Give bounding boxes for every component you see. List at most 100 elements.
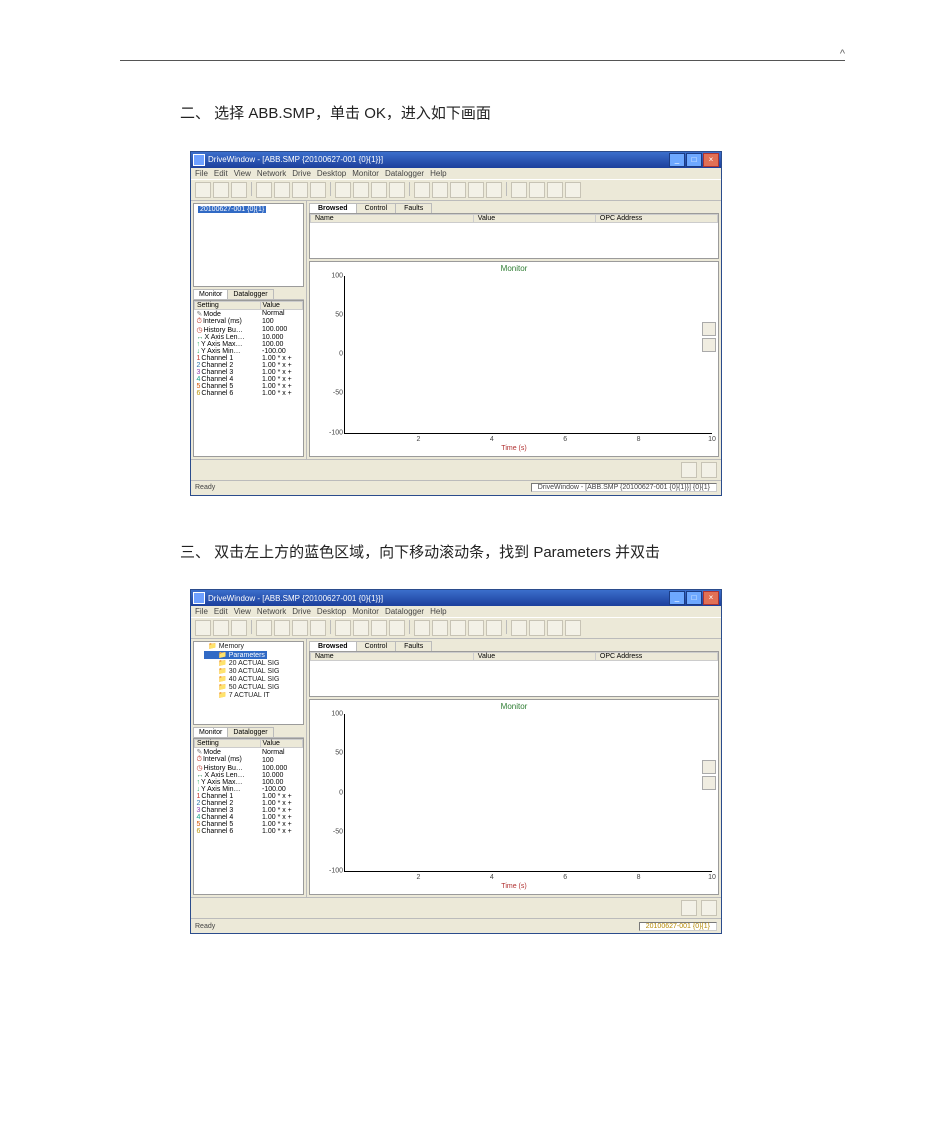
menu-drive[interactable]: Drive (292, 607, 311, 616)
tree-child[interactable]: 40 ACTUAL SIG (194, 675, 303, 683)
menu-edit[interactable]: Edit (214, 169, 228, 178)
menu-desktop[interactable]: Desktop (317, 607, 346, 616)
col-value[interactable]: Value (473, 653, 595, 661)
toolbar-button[interactable] (256, 182, 272, 198)
toolbar-button[interactable] (529, 620, 545, 636)
toolbar-button[interactable] (414, 620, 430, 636)
tree-selected-node[interactable]: 20100627-001 {0}{1} (198, 206, 266, 213)
drive-tree[interactable]: 20100627-001 {0}{1} (193, 203, 304, 287)
toolbar-button[interactable] (195, 620, 211, 636)
tab-faults[interactable]: Faults (395, 641, 432, 651)
titlebar[interactable]: DriveWindow - [ABB.SMP {20100627-001 {0}… (191, 152, 721, 168)
toolbar-button[interactable] (414, 182, 430, 198)
refresh-icon[interactable] (701, 900, 717, 916)
toolbar-button[interactable] (486, 182, 502, 198)
menu-datalogger[interactable]: Datalogger (385, 169, 424, 178)
tree-child[interactable]: 30 ACTUAL SIG (194, 667, 303, 675)
toolbar-button[interactable] (274, 620, 290, 636)
menu-network[interactable]: Network (257, 607, 286, 616)
tree-node-parameters[interactable]: Parameters (204, 651, 267, 659)
toolbar-button[interactable] (529, 182, 545, 198)
minimize-button[interactable]: _ (669, 153, 685, 167)
menu-network[interactable]: Network (257, 169, 286, 178)
toolbar-button[interactable] (256, 620, 272, 636)
toolbar-button[interactable] (547, 182, 563, 198)
toolbar-button[interactable] (511, 620, 527, 636)
close-button[interactable]: × (703, 591, 719, 605)
toolbar-button[interactable] (213, 182, 229, 198)
menu-drive[interactable]: Drive (292, 169, 311, 178)
toolbar-button[interactable] (371, 620, 387, 636)
tree-node-memory[interactable]: Memory (194, 642, 303, 650)
save-icon[interactable] (681, 900, 697, 916)
drive-tree[interactable]: Memory Parameters 20 ACTUAL SIG 30 ACTUA… (193, 641, 304, 725)
menu-file[interactable]: File (195, 169, 208, 178)
save-icon[interactable] (681, 462, 697, 478)
tab-monitor[interactable]: Monitor (193, 289, 228, 299)
menu-file[interactable]: File (195, 607, 208, 616)
col-value[interactable]: Value (260, 740, 303, 748)
minimize-button[interactable]: _ (669, 591, 685, 605)
toolbar-button[interactable] (565, 620, 581, 636)
menu-view[interactable]: View (234, 607, 251, 616)
menu-datalogger[interactable]: Datalogger (385, 607, 424, 616)
col-value[interactable]: Value (473, 214, 595, 222)
menu-edit[interactable]: Edit (214, 607, 228, 616)
toolbar-button[interactable] (231, 182, 247, 198)
tab-monitor[interactable]: Monitor (193, 727, 228, 737)
toolbar-button[interactable] (389, 182, 405, 198)
tab-datalogger[interactable]: Datalogger (227, 727, 273, 737)
toolbar-button[interactable] (450, 620, 466, 636)
toolbar-button[interactable] (511, 182, 527, 198)
toolbar-button[interactable] (231, 620, 247, 636)
toolbar-button[interactable] (335, 620, 351, 636)
maximize-button[interactable]: □ (686, 591, 702, 605)
tree-child[interactable]: 7 ACTUAL IT (194, 691, 303, 699)
tree-child[interactable]: 50 ACTUAL SIG (194, 683, 303, 691)
toolbar-button[interactable] (310, 620, 326, 636)
col-opc[interactable]: OPC Address (595, 653, 717, 661)
col-setting[interactable]: Setting (195, 301, 261, 309)
menu-desktop[interactable]: Desktop (317, 169, 346, 178)
toolbar-button[interactable] (274, 182, 290, 198)
col-name[interactable]: Name (311, 214, 474, 222)
maximize-button[interactable]: □ (686, 153, 702, 167)
settings-grid[interactable]: SettingValue ModeNormal Interval (ms)100… (193, 738, 304, 895)
toolbar-button[interactable] (213, 620, 229, 636)
close-button[interactable]: × (703, 153, 719, 167)
chart-zoom-button[interactable] (702, 322, 716, 336)
toolbar-button[interactable] (486, 620, 502, 636)
col-setting[interactable]: Setting (195, 740, 261, 748)
tab-browsed[interactable]: Browsed (309, 641, 357, 651)
toolbar-button[interactable] (353, 182, 369, 198)
refresh-icon[interactable] (701, 462, 717, 478)
tab-datalogger[interactable]: Datalogger (227, 289, 273, 299)
toolbar-button[interactable] (468, 620, 484, 636)
tree-child[interactable]: 20 ACTUAL SIG (194, 659, 303, 667)
toolbar-button[interactable] (371, 182, 387, 198)
toolbar-button[interactable] (468, 182, 484, 198)
menu-monitor[interactable]: Monitor (352, 169, 379, 178)
menu-help[interactable]: Help (430, 169, 446, 178)
param-list[interactable]: Name Value OPC Address (309, 213, 719, 259)
toolbar-button[interactable] (432, 620, 448, 636)
col-name[interactable]: Name (311, 653, 474, 661)
toolbar-button[interactable] (450, 182, 466, 198)
chart-zoom-button[interactable] (702, 776, 716, 790)
param-list[interactable]: Name Value OPC Address (309, 651, 719, 697)
chart-zoom-button[interactable] (702, 338, 716, 352)
col-opc[interactable]: OPC Address (595, 214, 717, 222)
col-value[interactable]: Value (260, 301, 303, 309)
tab-faults[interactable]: Faults (395, 203, 432, 213)
toolbar-button[interactable] (195, 182, 211, 198)
settings-grid[interactable]: SettingValue ModeNormal Interval (ms)100… (193, 300, 304, 457)
toolbar-button[interactable] (292, 182, 308, 198)
toolbar-button[interactable] (353, 620, 369, 636)
toolbar-button[interactable] (335, 182, 351, 198)
toolbar-button[interactable] (310, 182, 326, 198)
titlebar[interactable]: DriveWindow - [ABB.SMP {20100627-001 {0}… (191, 590, 721, 606)
tab-browsed[interactable]: Browsed (309, 203, 357, 213)
menu-monitor[interactable]: Monitor (352, 607, 379, 616)
toolbar-button[interactable] (292, 620, 308, 636)
toolbar-button[interactable] (547, 620, 563, 636)
